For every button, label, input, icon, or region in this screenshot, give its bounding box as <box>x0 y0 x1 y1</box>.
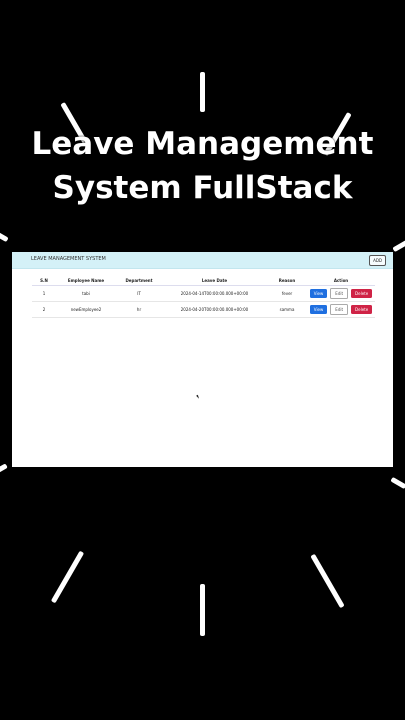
cell-department: hr <box>116 301 162 318</box>
decor-tick <box>0 463 8 475</box>
table-row: 2 newEmployee2 hr 2024-04-20T00:00:00.00… <box>32 301 375 318</box>
header-action: Action <box>307 276 375 286</box>
decor-tick <box>50 550 85 604</box>
decor-tick <box>390 476 405 490</box>
cell-employee-name: tabi <box>56 285 116 302</box>
cell-reason: fever <box>267 285 307 302</box>
cell-reason: samma <box>267 301 307 318</box>
delete-button[interactable]: Delete <box>351 305 373 314</box>
brand-title: LEAVE MANAGEMENT SYSTEM <box>31 256 106 262</box>
decor-tick <box>0 229 9 243</box>
overlay-title-line-1: Leave Management <box>31 126 374 162</box>
edit-button[interactable]: Edit <box>330 288 349 299</box>
decor-tick <box>310 553 345 609</box>
app-window: LEAVE MANAGEMENT SYSTEM ADD S.N Employee… <box>12 252 393 467</box>
edit-button[interactable]: Edit <box>330 304 349 315</box>
action-group: View Edit Delete <box>308 304 374 315</box>
delete-button[interactable]: Delete <box>351 289 373 298</box>
cell-leave-date: 2024-04-20T00:00:00.000+00:00 <box>162 301 267 318</box>
cell-action: View Edit Delete <box>307 301 375 318</box>
view-button[interactable]: View <box>309 289 328 298</box>
cell-leave-date: 2024-04-14T00:00:00.000+00:00 <box>162 285 267 302</box>
decor-tick <box>392 239 405 253</box>
cell-sn: 2 <box>32 301 56 318</box>
header-employee-name: Employee Name <box>56 276 116 286</box>
header-reason: Reason <box>267 276 307 286</box>
decor-tick <box>200 72 205 112</box>
mouse-cursor-icon <box>196 394 200 400</box>
leave-table: S.N Employee Name Department Leave Date … <box>32 276 375 318</box>
header-department: Department <box>116 276 162 286</box>
navbar: LEAVE MANAGEMENT SYSTEM ADD <box>12 252 393 269</box>
cell-sn: 1 <box>32 285 56 302</box>
add-button[interactable]: ADD <box>369 255 386 266</box>
table-row: 1 tabi IT 2024-04-14T00:00:00.000+00:00 … <box>32 285 375 302</box>
cell-employee-name: newEmployee2 <box>56 301 116 318</box>
cell-action: View Edit Delete <box>307 285 375 302</box>
cell-department: IT <box>116 285 162 302</box>
action-group: View Edit Delete <box>308 288 374 299</box>
table-header-row: S.N Employee Name Department Leave Date … <box>32 276 375 286</box>
view-button[interactable]: View <box>309 305 328 314</box>
header-sn: S.N <box>32 276 56 286</box>
header-leave-date: Leave Date <box>162 276 267 286</box>
overlay-title-line-2: System FullStack <box>52 170 353 206</box>
decor-tick <box>200 584 205 636</box>
